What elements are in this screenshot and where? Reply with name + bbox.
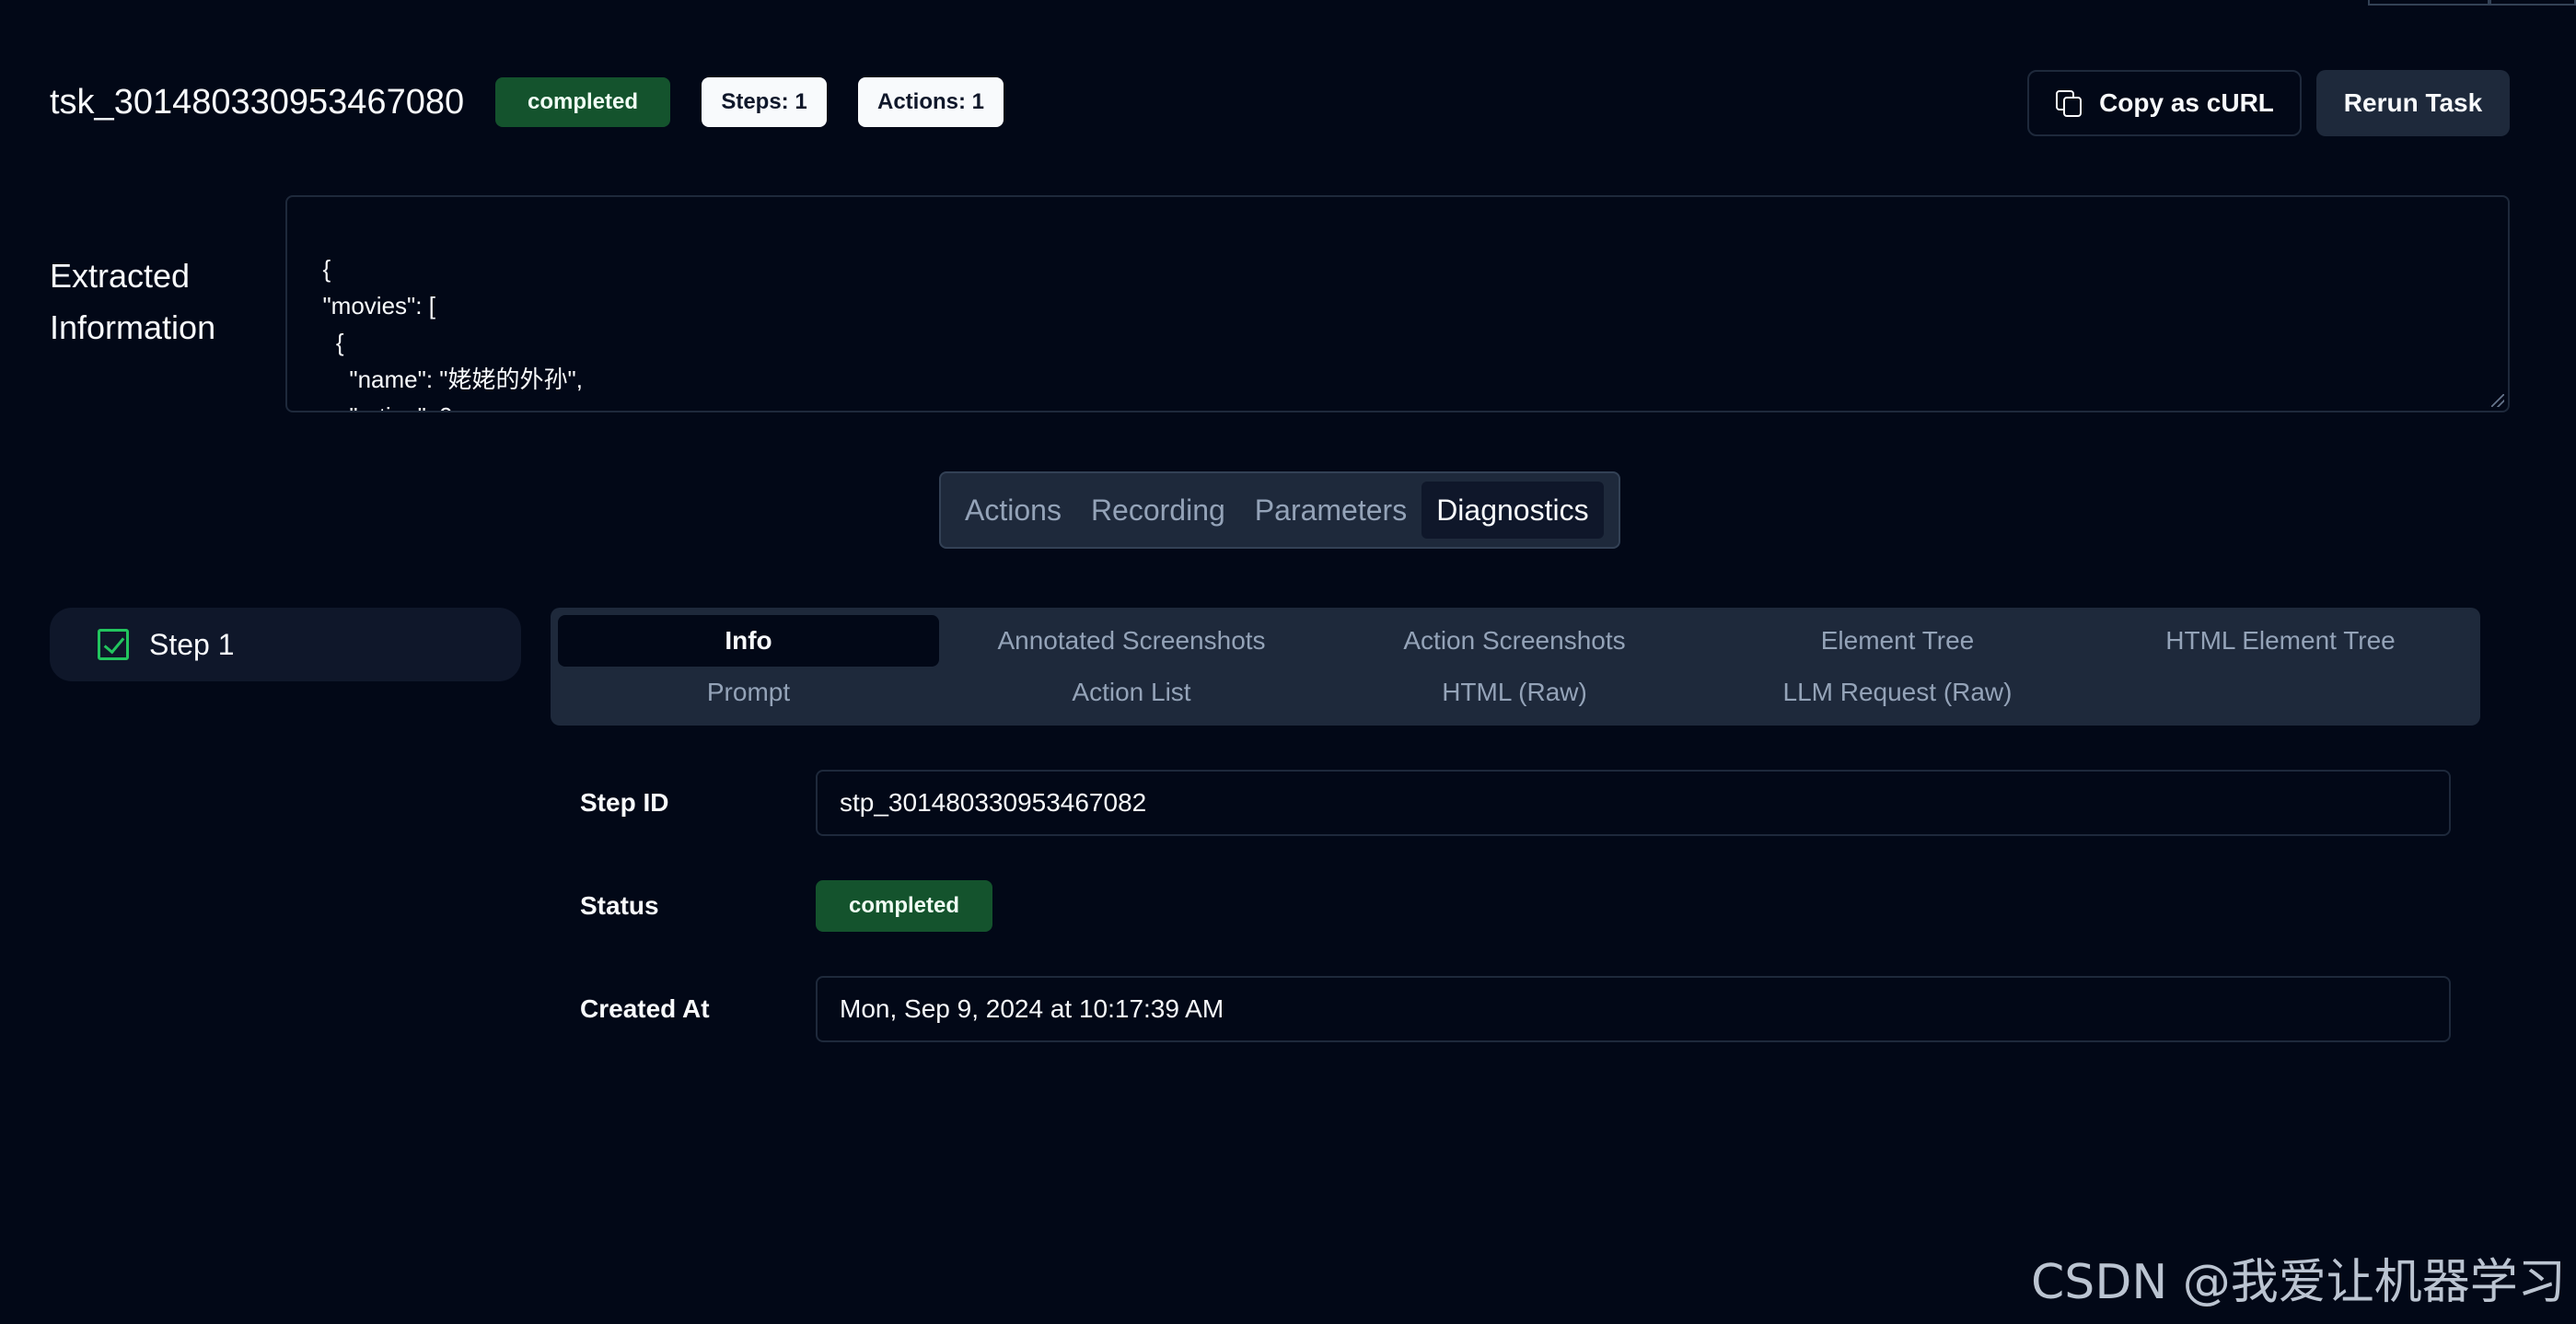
step-label: Step 1: [149, 627, 235, 661]
task-status-badge: completed: [495, 77, 670, 127]
extracted-information-label: Extracted Information: [50, 257, 216, 346]
step-id-label: Step ID: [580, 788, 669, 817]
subtab-annotated-screenshots[interactable]: Annotated Screenshots: [941, 615, 1322, 667]
steps-count-badge: Steps: 1: [702, 77, 827, 127]
step-id-field[interactable]: stp_301480330953467082: [816, 770, 2451, 836]
main-tabs: Actions Recording Parameters Diagnostics: [939, 471, 1620, 549]
subtab-element-tree[interactable]: Element Tree: [1707, 615, 2088, 667]
subtab-prompt[interactable]: Prompt: [558, 667, 939, 718]
subtab-info[interactable]: Info: [558, 615, 939, 667]
top-control-stub-left: [2368, 0, 2489, 6]
task-id: tsk_301480330953467080: [50, 83, 465, 122]
tab-parameters[interactable]: Parameters: [1240, 482, 1421, 539]
top-control-stub-right: [2489, 0, 2576, 6]
extracted-information-textarea[interactable]: { "movies": [ { "name": "姥姥的外孙", "rating…: [285, 195, 2510, 412]
tab-diagnostics[interactable]: Diagnostics: [1421, 482, 1604, 539]
resize-handle[interactable]: [2491, 394, 2504, 407]
tab-actions[interactable]: Actions: [950, 482, 1076, 539]
copy-as-curl-button[interactable]: Copy as cURL: [2027, 70, 2302, 136]
extracted-information-content: { "movies": [ { "name": "姥姥的外孙", "rating…: [322, 255, 583, 411]
subtab-action-list[interactable]: Action List: [941, 667, 1322, 718]
copy-as-curl-label: Copy as cURL: [2099, 88, 2274, 117]
copy-icon: [2055, 89, 2083, 117]
step-status-badge: completed: [816, 880, 992, 932]
subtab-html-raw[interactable]: HTML (Raw): [1324, 667, 1705, 718]
subtab-llm-request-raw[interactable]: LLM Request (Raw): [1707, 667, 2088, 718]
subtab-action-screenshots[interactable]: Action Screenshots: [1324, 615, 1705, 667]
rerun-task-button[interactable]: Rerun Task: [2316, 70, 2510, 136]
step-list-item-1[interactable]: Step 1: [50, 608, 521, 681]
checkbox-checked-icon: [98, 629, 129, 660]
tab-recording[interactable]: Recording: [1076, 482, 1240, 539]
diagnostics-sub-tabs: Info Annotated Screenshots Action Screen…: [551, 608, 2480, 726]
status-label: Status: [580, 891, 659, 920]
created-at-label: Created At: [580, 994, 710, 1023]
actions-count-badge: Actions: 1: [858, 77, 1004, 127]
created-at-field[interactable]: Mon, Sep 9, 2024 at 10:17:39 AM: [816, 976, 2451, 1042]
watermark: CSDN @我爱让机器学习: [2031, 1255, 2566, 1310]
subtab-html-element-tree[interactable]: HTML Element Tree: [2090, 615, 2471, 667]
